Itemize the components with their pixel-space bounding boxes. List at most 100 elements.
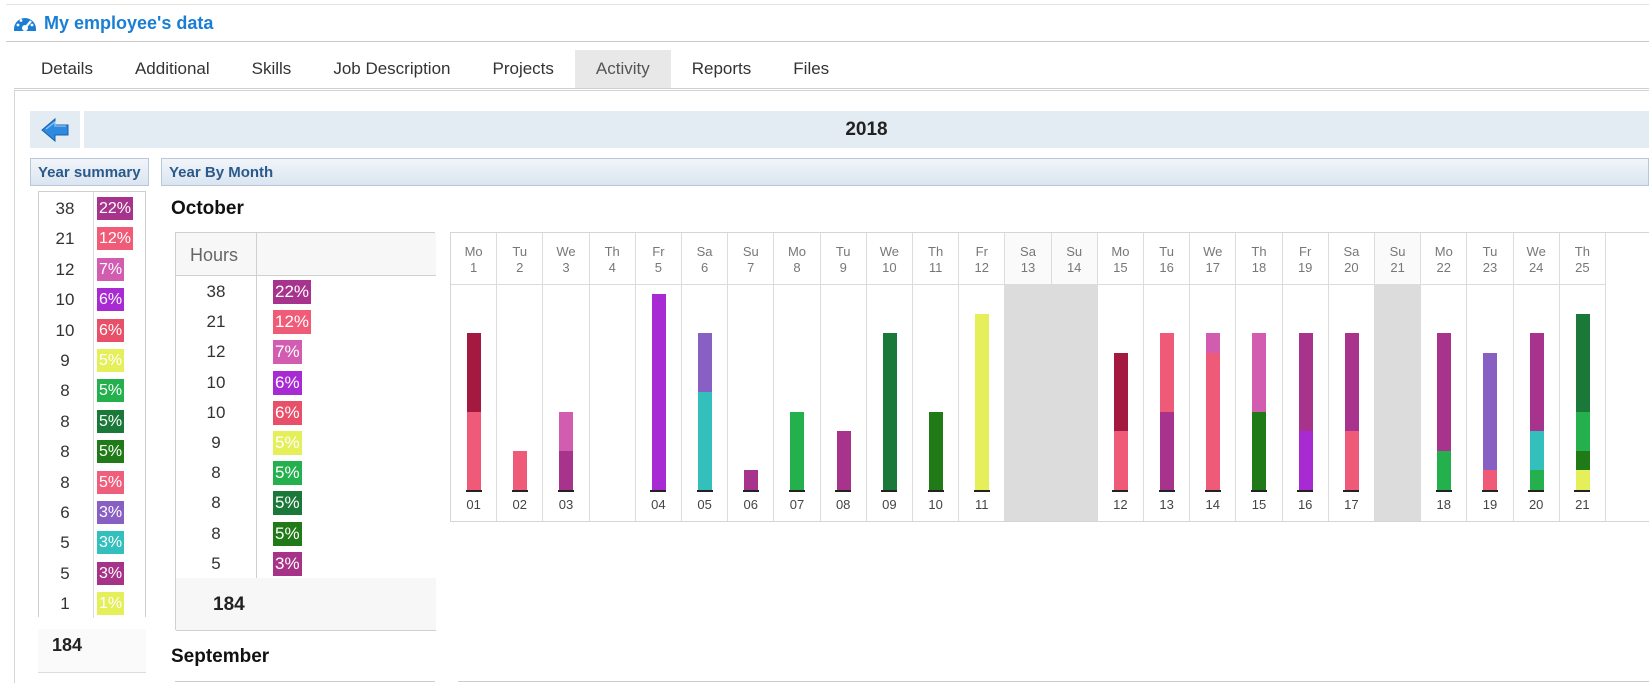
- activity-bar-segment[interactable]: [1437, 333, 1452, 451]
- bar-baseline: [465, 490, 482, 492]
- tab-job-description[interactable]: Job Description: [312, 50, 471, 88]
- calendar-day-11[interactable]: Th 11 10: [913, 233, 960, 521]
- activity-bar-segment[interactable]: [744, 470, 759, 490]
- weekday-label: Th: [1251, 244, 1267, 259]
- activity-bar-segment[interactable]: [975, 313, 990, 490]
- activity-bar-segment[interactable]: [1529, 470, 1544, 490]
- calendar-day-7[interactable]: Su 7 06: [728, 233, 775, 521]
- bar-baseline: [1435, 490, 1452, 492]
- activity-bar-segment[interactable]: [1344, 333, 1359, 432]
- activity-bar-segment[interactable]: [1529, 333, 1544, 432]
- weekday-label: Sa: [1020, 244, 1036, 259]
- day-header: Tu 16: [1144, 233, 1190, 285]
- calendar-day-19[interactable]: Fr 19 16: [1282, 233, 1329, 521]
- calendar-day-25[interactable]: Th 25 21: [1559, 233, 1606, 521]
- bar-baseline: [835, 490, 852, 492]
- tab-additional[interactable]: Additional: [114, 50, 231, 88]
- activity-bar-segment[interactable]: [1437, 450, 1452, 490]
- tab-details[interactable]: Details: [20, 50, 114, 88]
- calendar-day-6[interactable]: Sa 6 05: [682, 233, 729, 521]
- activity-bar-segment[interactable]: [1252, 333, 1267, 412]
- bar-baseline: [650, 490, 667, 492]
- calendar-day-1[interactable]: Mo 1 01: [451, 233, 498, 521]
- calendar-day-20[interactable]: Sa 20 17: [1328, 233, 1375, 521]
- hours-table: Hours 184 38 22% 21 12% 12 7% 10 6% 10 6% 9 5% 8 5% 8 5…: [175, 232, 436, 631]
- activity-bar-segment[interactable]: [1113, 431, 1128, 490]
- activity-bar-segment[interactable]: [1344, 431, 1359, 490]
- calendar-day-15[interactable]: Mo 15 12: [1097, 233, 1144, 521]
- activity-bar-segment[interactable]: [1298, 333, 1313, 432]
- hours-value: 5: [211, 553, 221, 573]
- bar-baseline: [1343, 490, 1360, 492]
- summary-row: 6 3%: [39, 498, 147, 528]
- activity-bar-segment[interactable]: [1575, 411, 1590, 451]
- activity-bar-segment[interactable]: [1575, 470, 1590, 490]
- summary-percent-badge: 1%: [97, 592, 125, 616]
- calendar-day-14[interactable]: Su 14: [1051, 233, 1098, 521]
- bar-baseline: [696, 490, 713, 492]
- activity-bar-segment[interactable]: [1206, 352, 1221, 490]
- activity-bar-segment[interactable]: [1529, 431, 1544, 471]
- calendar-day-3[interactable]: We 3 03: [543, 233, 590, 521]
- day-header: Tu 9: [820, 233, 866, 285]
- tab-files[interactable]: Files: [772, 50, 850, 88]
- calendar-day-23[interactable]: Tu 23 19: [1467, 233, 1514, 521]
- activity-bar-segment[interactable]: [1160, 333, 1175, 412]
- activity-bar-segment[interactable]: [790, 411, 805, 490]
- tab-activity[interactable]: Activity: [574, 50, 671, 88]
- bar-label: 13: [1159, 497, 1174, 512]
- calendar-day-2[interactable]: Tu 2 02: [497, 233, 544, 521]
- activity-bar-segment[interactable]: [1113, 352, 1128, 432]
- activity-bar-segment[interactable]: [836, 431, 851, 490]
- calendar-day-5[interactable]: Fr 5 04: [635, 233, 682, 521]
- tab-skills[interactable]: Skills: [231, 50, 313, 88]
- month-title-september: September: [171, 646, 270, 667]
- summary-percent-badge: 22%: [97, 197, 134, 220]
- year-label: 2018: [84, 111, 1649, 148]
- summary-row: 10 6%: [39, 285, 147, 315]
- summary-percent-badge: 7%: [97, 257, 125, 281]
- activity-bar-segment[interactable]: [559, 411, 574, 451]
- tab-projects[interactable]: Projects: [471, 50, 574, 88]
- calendar-day-18[interactable]: Th 18 15: [1236, 233, 1283, 521]
- activity-bar-segment[interactable]: [513, 450, 528, 490]
- activity-bar-segment[interactable]: [467, 411, 482, 490]
- activity-bar-segment[interactable]: [882, 333, 897, 490]
- page-title: My employee's data: [44, 12, 214, 33]
- activity-bar-segment[interactable]: [1160, 411, 1175, 490]
- weekday-label: Tu: [1482, 244, 1498, 259]
- hours-value: 8: [211, 493, 221, 513]
- day-header: Mo 8: [774, 233, 820, 285]
- calendar-day-16[interactable]: Tu 16 13: [1144, 233, 1191, 521]
- bar-label: 08: [835, 497, 851, 512]
- activity-bar-segment[interactable]: [651, 294, 666, 490]
- activity-bar-segment[interactable]: [1575, 313, 1590, 412]
- calendar-day-21[interactable]: Su 21: [1375, 233, 1422, 521]
- day-header: Th 18: [1236, 233, 1282, 285]
- calendar-day-4[interactable]: Th 4: [589, 233, 636, 521]
- activity-bar-segment[interactable]: [1298, 431, 1313, 490]
- activity-bar-segment[interactable]: [1206, 333, 1221, 353]
- calendar-day-10[interactable]: We 10 09: [866, 233, 913, 521]
- activity-bar-segment[interactable]: [1252, 411, 1267, 490]
- activity-bar-segment[interactable]: [467, 333, 482, 412]
- calendar-day-9[interactable]: Tu 9 08: [820, 233, 867, 521]
- calendar-day-13[interactable]: Sa 13: [1005, 233, 1052, 521]
- activity-bar-segment[interactable]: [698, 333, 713, 392]
- back-button[interactable]: [30, 111, 80, 148]
- activity-bar-segment[interactable]: [929, 411, 944, 490]
- calendar-day-22[interactable]: Mo 22 18: [1421, 233, 1468, 521]
- activity-bar-segment[interactable]: [1575, 450, 1590, 471]
- calendar-day-24[interactable]: We 24 20: [1513, 233, 1560, 521]
- calendar-day-8[interactable]: Mo 8 07: [774, 233, 821, 521]
- activity-bar-segment[interactable]: [698, 392, 713, 490]
- calendar-day-12[interactable]: Fr 12 11: [959, 233, 1006, 521]
- day-header: Sa 13: [1005, 233, 1051, 285]
- weekday-label: Fr: [1299, 244, 1312, 259]
- date-label: 10: [882, 260, 897, 275]
- activity-bar-segment[interactable]: [1483, 352, 1498, 471]
- calendar-day-17[interactable]: We 17 14: [1190, 233, 1237, 521]
- activity-bar-segment[interactable]: [559, 450, 574, 490]
- tab-reports[interactable]: Reports: [671, 50, 773, 88]
- activity-bar-segment[interactable]: [1483, 470, 1498, 490]
